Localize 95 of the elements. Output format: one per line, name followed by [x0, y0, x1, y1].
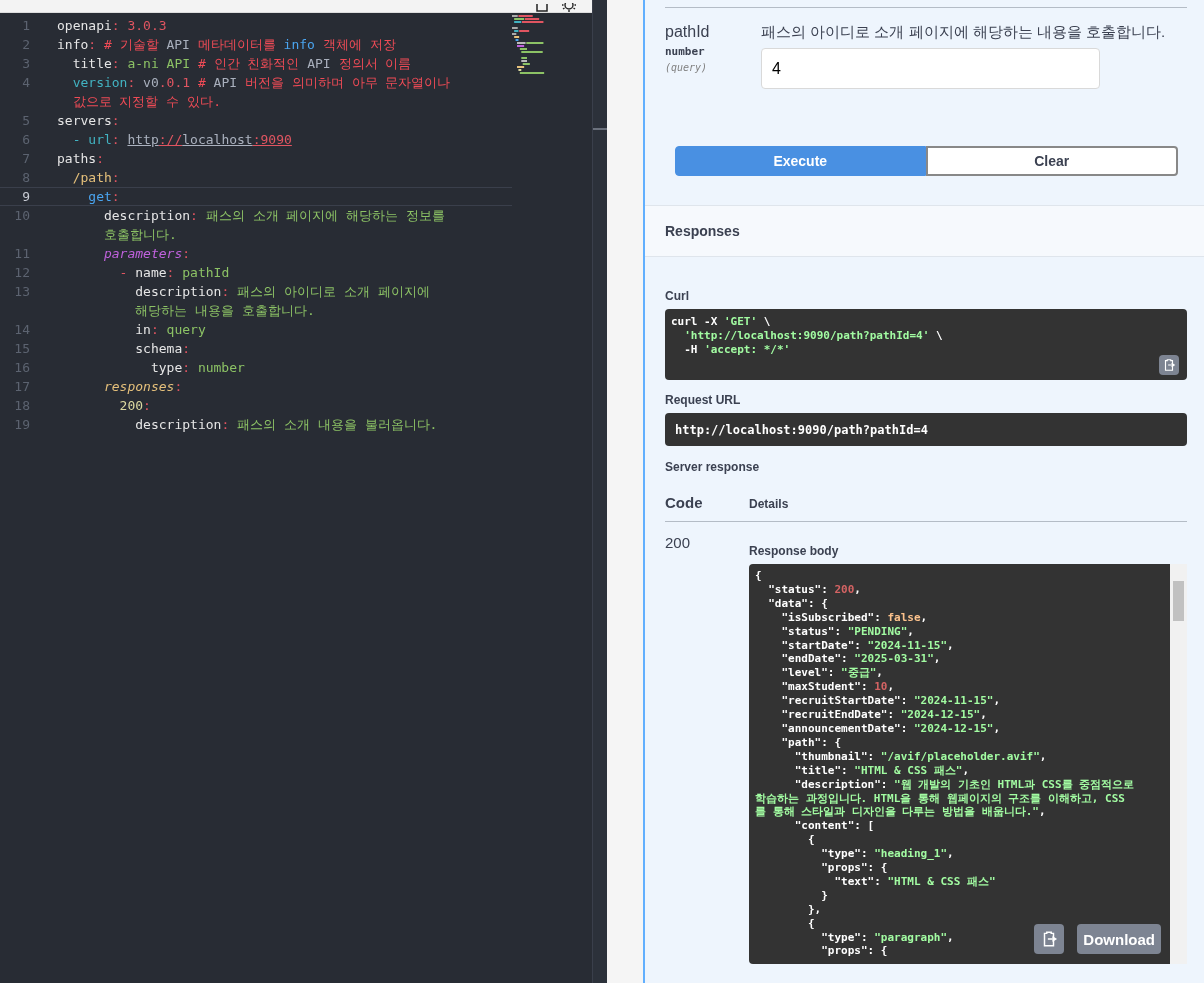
code-line: "status": "PENDING", [780, 624, 914, 639]
line-number: 1 [21, 17, 31, 35]
parameter-description: 패스의 아이디로 소개 페이지에 해당하는 내용을 호출합니다. [761, 23, 1166, 42]
code-line: "props": { [820, 944, 888, 959]
code-line: 200: [118, 397, 151, 415]
line-number: 2 [21, 36, 31, 54]
line-number: 15 [13, 340, 31, 358]
line-number: 3 [21, 55, 31, 73]
code-line: 해당하는 내용을 호출합니다. [134, 302, 315, 320]
parameter-name: pathId [665, 23, 711, 41]
line-number: 6 [21, 131, 31, 149]
section-title: Responses [665, 223, 740, 239]
line-number: 9 [21, 188, 31, 206]
code-line: "content": [ [793, 819, 875, 834]
response-body-label: Response body [749, 544, 840, 558]
line-number: 14 [13, 321, 31, 339]
code-line: "isSubscribed": false, [780, 610, 928, 625]
code-line: "path": { [780, 735, 842, 750]
code-line: "data": { [767, 596, 828, 611]
line-number: 8 [21, 169, 31, 187]
code-line: { [806, 833, 815, 848]
code-line: get: [87, 188, 120, 206]
server-response-label: Server response [665, 460, 761, 474]
line-number: 16 [13, 359, 31, 377]
copy-icon[interactable] [1159, 355, 1179, 375]
code-line: /path: [71, 169, 120, 187]
line-number: 4 [21, 74, 31, 92]
code-line: "startDate": "2024-11-15", [780, 638, 954, 653]
line-number: 17 [13, 378, 31, 396]
code-line: parameters: [102, 245, 191, 263]
line-number: 13 [13, 283, 31, 301]
clear-button[interactable]: Clear [925, 146, 1178, 176]
code-line: "props": { [820, 861, 888, 875]
window-icon[interactable] [536, 4, 548, 12]
code-line: in: query [134, 321, 206, 339]
line-number: 7 [21, 150, 31, 168]
line-number: 12 [13, 264, 31, 282]
response-code: 200 [665, 534, 692, 553]
line-number: 19 [13, 416, 31, 434]
line-number: 5 [21, 112, 31, 130]
code-line: }, [806, 902, 822, 917]
code-line: schema: [134, 340, 191, 358]
code-line: version: v0.0.1 # API 버전을 의미하며 아무 문자열이나 [71, 74, 451, 92]
code-line: "title": "HTML & CSS 패스", [793, 763, 970, 778]
scrollbar[interactable] [592, 0, 607, 983]
column-header: Details [749, 497, 789, 511]
code-line: servers: [57, 112, 120, 130]
request-url-label: Request URL [665, 393, 742, 407]
sun-icon[interactable] [562, 3, 576, 12]
code-line: { [755, 569, 762, 583]
line-number: 10 [13, 207, 31, 225]
line-number: 11 [13, 245, 31, 263]
code-line: type: number [149, 359, 245, 377]
parameter-location: (query) [665, 62, 709, 73]
code-line: description: 패스의 소개 페이지에 해당하는 정보를 [102, 207, 446, 225]
code-line: "announcementDate": "2024-12-15", [780, 721, 1001, 736]
code-line: -H 'accept: */*' [683, 343, 792, 357]
code-line: "type": "paragraph", [820, 930, 954, 945]
code-line: "status": 200, [767, 582, 861, 597]
code-line: paths: [57, 150, 104, 168]
code-line: 값으로 지정할 수 있다. [71, 93, 221, 111]
code-line: { [806, 916, 815, 931]
code-line: "thumbnail": "/avif/placeholder.avif", [793, 749, 1047, 764]
code-line: 를 통해 스타일과 디자인을 다루는 방법을 배웁니다.", [755, 805, 1046, 820]
code-line: "level": "중급", [780, 666, 883, 681]
code-line: - name: pathId [118, 264, 230, 282]
code-line: description: 패스의 소개 내용을 불러옵니다. [134, 416, 438, 434]
column-header: Code [665, 494, 704, 511]
code-line: 'http://localhost:9090/path?pathId=4' \ [683, 329, 944, 343]
minimap-drawing[interactable] [512, 15, 546, 75]
code-line: "endDate": "2025-03-31", [780, 652, 941, 667]
scrollbar[interactable] [1170, 564, 1187, 964]
request-url: http://localhost:9090/path?pathId=4 [665, 413, 1187, 446]
code-line: "recruitEndDate": "2024-12-15", [780, 708, 987, 722]
code-line: "recruitStartDate": "2024-11-15", [780, 694, 1001, 709]
code-line: } [820, 888, 828, 903]
code-line: curl -X 'GET' \ [671, 315, 772, 329]
code-line: "description": "웹 개발의 기초인 HTML과 CSS를 중점적으로 [793, 777, 1135, 792]
code-line: title: a-ni API # 인간 친화적인 API 정의서 이름 [71, 55, 412, 73]
code-line: "text": "HTML & CSS 패스" [833, 874, 996, 889]
line-number: 18 [13, 397, 31, 415]
code-line: openapi: 3.0.3 [57, 17, 167, 35]
code-line: responses: [102, 378, 183, 396]
code-line: "maxStudent": 10, [780, 680, 895, 695]
code-line: 호출합니다. [102, 226, 177, 244]
download-button[interactable]: Download [1077, 924, 1161, 954]
code-line: info: # 기술할 API 메타데이터를 info 객체에 저장 [57, 36, 396, 54]
code-line: - url: http://localhost:9090 [71, 131, 292, 149]
code-line: description: 패스의 아이디로 소개 페이지에 [134, 283, 430, 301]
parameter-input[interactable]: 4 [761, 48, 1100, 89]
parameter-type: number [665, 45, 706, 58]
code-line: "type": "heading_1", [820, 847, 954, 862]
copy-icon[interactable] [1034, 924, 1065, 954]
curl-label: Curl [665, 289, 690, 303]
code-line: 학습하는 과정입니다. HTML을 통해 웹페이지의 구조를 이해하고, CSS [755, 791, 1125, 806]
